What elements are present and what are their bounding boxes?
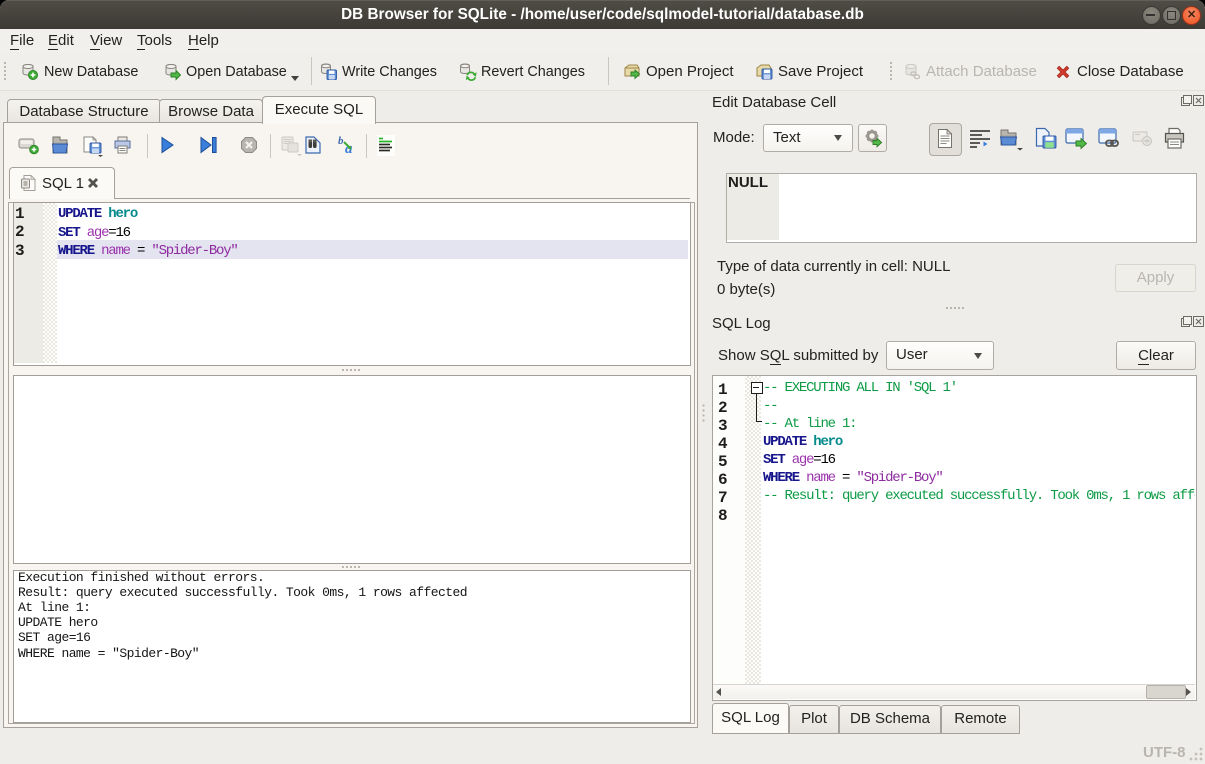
svg-text:b: b (338, 135, 344, 147)
